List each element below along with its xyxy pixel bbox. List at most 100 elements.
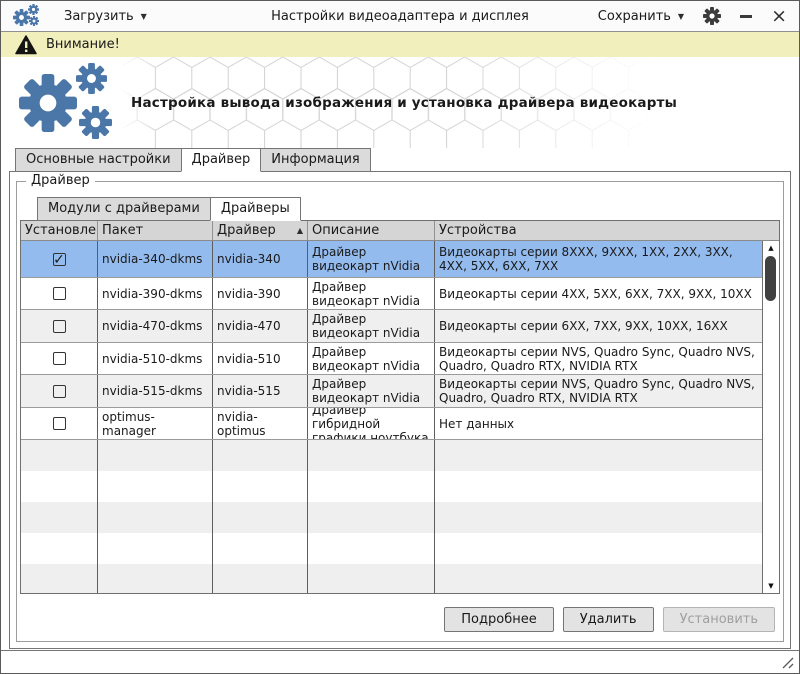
chevron-down-icon: ▼ — [141, 12, 147, 21]
tab-basic-settings[interactable]: Основные настройки — [15, 148, 182, 172]
drivers-table: Установлен Пакет Драйвер ▲ Описание Устр… — [20, 220, 780, 594]
load-button-label: Загрузить — [64, 9, 134, 24]
empty-row — [21, 471, 762, 502]
col-package[interactable]: Пакет — [98, 221, 213, 240]
cell-package: nvidia-515-dkms — [98, 375, 213, 407]
table-row[interactable]: nvidia-510-dkms nvidia-510 Драйвер видео… — [21, 343, 762, 375]
empty-cell — [98, 533, 213, 564]
cell-package: nvidia-470-dkms — [98, 310, 213, 342]
empty-cell — [435, 502, 762, 533]
resize-grip[interactable] — [780, 655, 795, 670]
tab-drivers[interactable]: Драйверы — [210, 197, 301, 221]
cell-devices: Видеокарты серии NVS, Quadro Sync, Quadr… — [435, 343, 762, 374]
empty-row — [21, 440, 762, 471]
sort-asc-icon: ▲ — [297, 226, 303, 235]
inner-tab-bar: Модули с драйверами Драйверы — [20, 182, 780, 221]
titlebar-actions: Сохранить ▼ × — [598, 7, 787, 26]
cell-devices: Нет данных — [435, 408, 762, 439]
cell-driver: nvidia-340 — [213, 241, 308, 277]
empty-cell — [21, 564, 98, 593]
col-driver-label: Драйвер — [217, 223, 276, 238]
table-row[interactable]: nvidia-515-dkms nvidia-515 Драйвер видео… — [21, 375, 762, 408]
tab-information[interactable]: Информация — [260, 148, 370, 172]
empty-cell — [308, 502, 435, 533]
tab-driver-modules[interactable]: Модули с драйверами — [37, 197, 211, 221]
empty-cell — [213, 502, 308, 533]
empty-cell — [98, 502, 213, 533]
tab-driver[interactable]: Драйвер — [181, 148, 262, 172]
cell-description: Драйвер видеокарт nVidia — [308, 310, 435, 342]
empty-cell — [308, 440, 435, 471]
driver-tab-panel: Драйвер Модули с драйверами Драйверы Уст… — [9, 171, 791, 649]
details-button[interactable]: Подробнее — [444, 607, 553, 632]
col-installed[interactable]: Установлен — [21, 221, 98, 240]
table-row[interactable]: ✓ nvidia-340-dkms nvidia-340 Драйвер вид… — [21, 241, 762, 278]
cell-package: nvidia-510-dkms — [98, 343, 213, 374]
empty-cell — [98, 440, 213, 471]
empty-cell — [98, 471, 213, 502]
empty-row — [21, 533, 762, 564]
row-checkbox[interactable] — [53, 352, 66, 365]
window: Загрузить ▼ Настройки видеоадаптера и ди… — [0, 0, 800, 674]
cell-installed: ✓ — [21, 241, 98, 277]
scrollbar-thumb[interactable] — [765, 256, 776, 301]
cell-package: nvidia-390-dkms — [98, 278, 213, 309]
table-rows: ✓ nvidia-340-dkms nvidia-340 Драйвер вид… — [21, 241, 762, 593]
cell-installed — [21, 310, 98, 342]
empty-cell — [435, 471, 762, 502]
table-row[interactable]: nvidia-470-dkms nvidia-470 Драйвер видео… — [21, 310, 762, 343]
settings-gear-icon[interactable] — [703, 7, 721, 25]
cell-installed — [21, 278, 98, 309]
empty-cell — [21, 502, 98, 533]
table-body: ✓ nvidia-340-dkms nvidia-340 Драйвер вид… — [21, 241, 779, 593]
empty-cell — [308, 564, 435, 593]
remove-button[interactable]: Удалить — [563, 607, 654, 632]
scroll-up-icon[interactable]: ▲ — [763, 241, 779, 255]
cell-package: optimus-manager — [98, 408, 213, 439]
table-row[interactable]: optimus-manager nvidia-optimus Драйвер г… — [21, 408, 762, 440]
cell-devices: Видеокарты серии NVS, Quadro Sync, Quadr… — [435, 375, 762, 407]
cell-devices: Видеокарты серии 6XX, 7XX, 9XX, 10XX, 16… — [435, 310, 762, 342]
cell-driver: nvidia-optimus — [213, 408, 308, 439]
app-logo-gears-icon — [19, 63, 125, 143]
vertical-scrollbar[interactable]: ▲ ▼ — [762, 241, 779, 593]
row-checkbox[interactable] — [53, 320, 66, 333]
empty-cell — [98, 564, 213, 593]
table-row[interactable]: nvidia-390-dkms nvidia-390 Драйвер видео… — [21, 278, 762, 310]
empty-cell — [435, 564, 762, 593]
cell-package: nvidia-340-dkms — [98, 241, 213, 277]
action-buttons: Подробнее Удалить Установить — [20, 607, 780, 632]
scroll-down-icon[interactable]: ▼ — [763, 579, 779, 593]
row-checkbox[interactable]: ✓ — [53, 253, 66, 266]
cell-devices: Видеокарты серии 8XXX, 9XXX, 1XX, 2XX, 3… — [435, 241, 762, 277]
empty-cell — [213, 564, 308, 593]
cell-driver: nvidia-470 — [213, 310, 308, 342]
load-button[interactable]: Загрузить ▼ — [64, 9, 147, 24]
cell-description: Драйвер гибридной графики ноутбука — [308, 408, 435, 439]
cell-installed — [21, 375, 98, 407]
row-checkbox[interactable] — [53, 417, 66, 430]
row-checkbox[interactable] — [53, 287, 66, 300]
empty-cell — [435, 440, 762, 471]
minimize-icon[interactable] — [740, 15, 752, 18]
col-description[interactable]: Описание — [308, 221, 435, 240]
driver-groupbox: Драйвер Модули с драйверами Драйверы Уст… — [16, 181, 784, 642]
col-driver[interactable]: Драйвер ▲ — [213, 221, 308, 240]
empty-cell — [308, 533, 435, 564]
empty-row — [21, 502, 762, 533]
col-devices[interactable]: Устройства — [435, 221, 779, 240]
cell-installed — [21, 343, 98, 374]
cell-driver: nvidia-510 — [213, 343, 308, 374]
install-button[interactable]: Установить — [663, 607, 775, 632]
cell-driver: nvidia-390 — [213, 278, 308, 309]
warning-triangle-icon — [15, 35, 37, 55]
status-bar — [1, 650, 799, 673]
empty-cell — [435, 533, 762, 564]
empty-cell — [213, 440, 308, 471]
close-icon[interactable]: × — [771, 7, 787, 26]
row-checkbox[interactable] — [53, 385, 66, 398]
app-header: Настройка вывода изображения и установка… — [1, 57, 799, 148]
table-header: Установлен Пакет Драйвер ▲ Описание Устр… — [21, 221, 779, 241]
save-button[interactable]: Сохранить ▼ — [598, 9, 684, 24]
titlebar: Загрузить ▼ Настройки видеоадаптера и ди… — [1, 1, 799, 32]
